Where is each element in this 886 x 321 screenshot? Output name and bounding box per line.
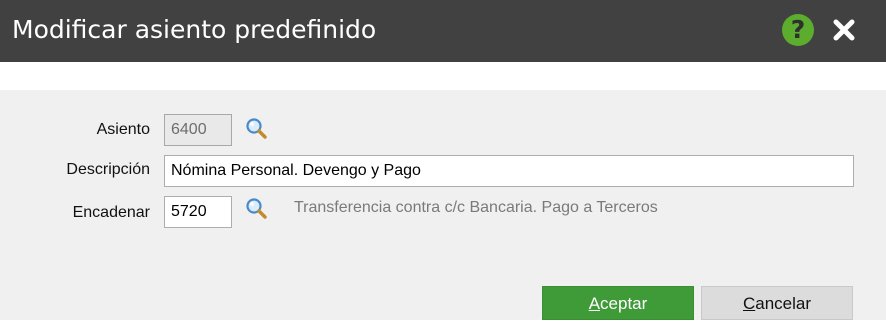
help-icon[interactable]: ? [782, 14, 814, 46]
encadenar-search-icon[interactable] [244, 196, 268, 220]
encadenar-label: Encadenar [72, 204, 150, 221]
accept-button[interactable]: Aceptar [542, 286, 694, 320]
descripcion-label: Descripción [66, 161, 150, 178]
descripcion-field[interactable] [164, 155, 854, 187]
asiento-field[interactable] [164, 114, 232, 146]
dialog-title: Modificar asiento predefinido [12, 15, 377, 44]
encadenar-field[interactable] [164, 196, 232, 228]
asiento-label: Asiento [96, 121, 150, 138]
cancel-button[interactable]: Cancelar [701, 286, 853, 320]
dialog-titlebar: Modificar asiento predefinido ? [0, 0, 886, 62]
encadenar-description: Transferencia contra c/c Bancaria. Pago … [294, 199, 658, 216]
cancel-button-label: Cancelar [742, 294, 812, 313]
close-icon[interactable] [828, 14, 860, 46]
accept-button-label: Aceptar [588, 294, 648, 313]
asiento-search-icon[interactable] [244, 116, 268, 140]
